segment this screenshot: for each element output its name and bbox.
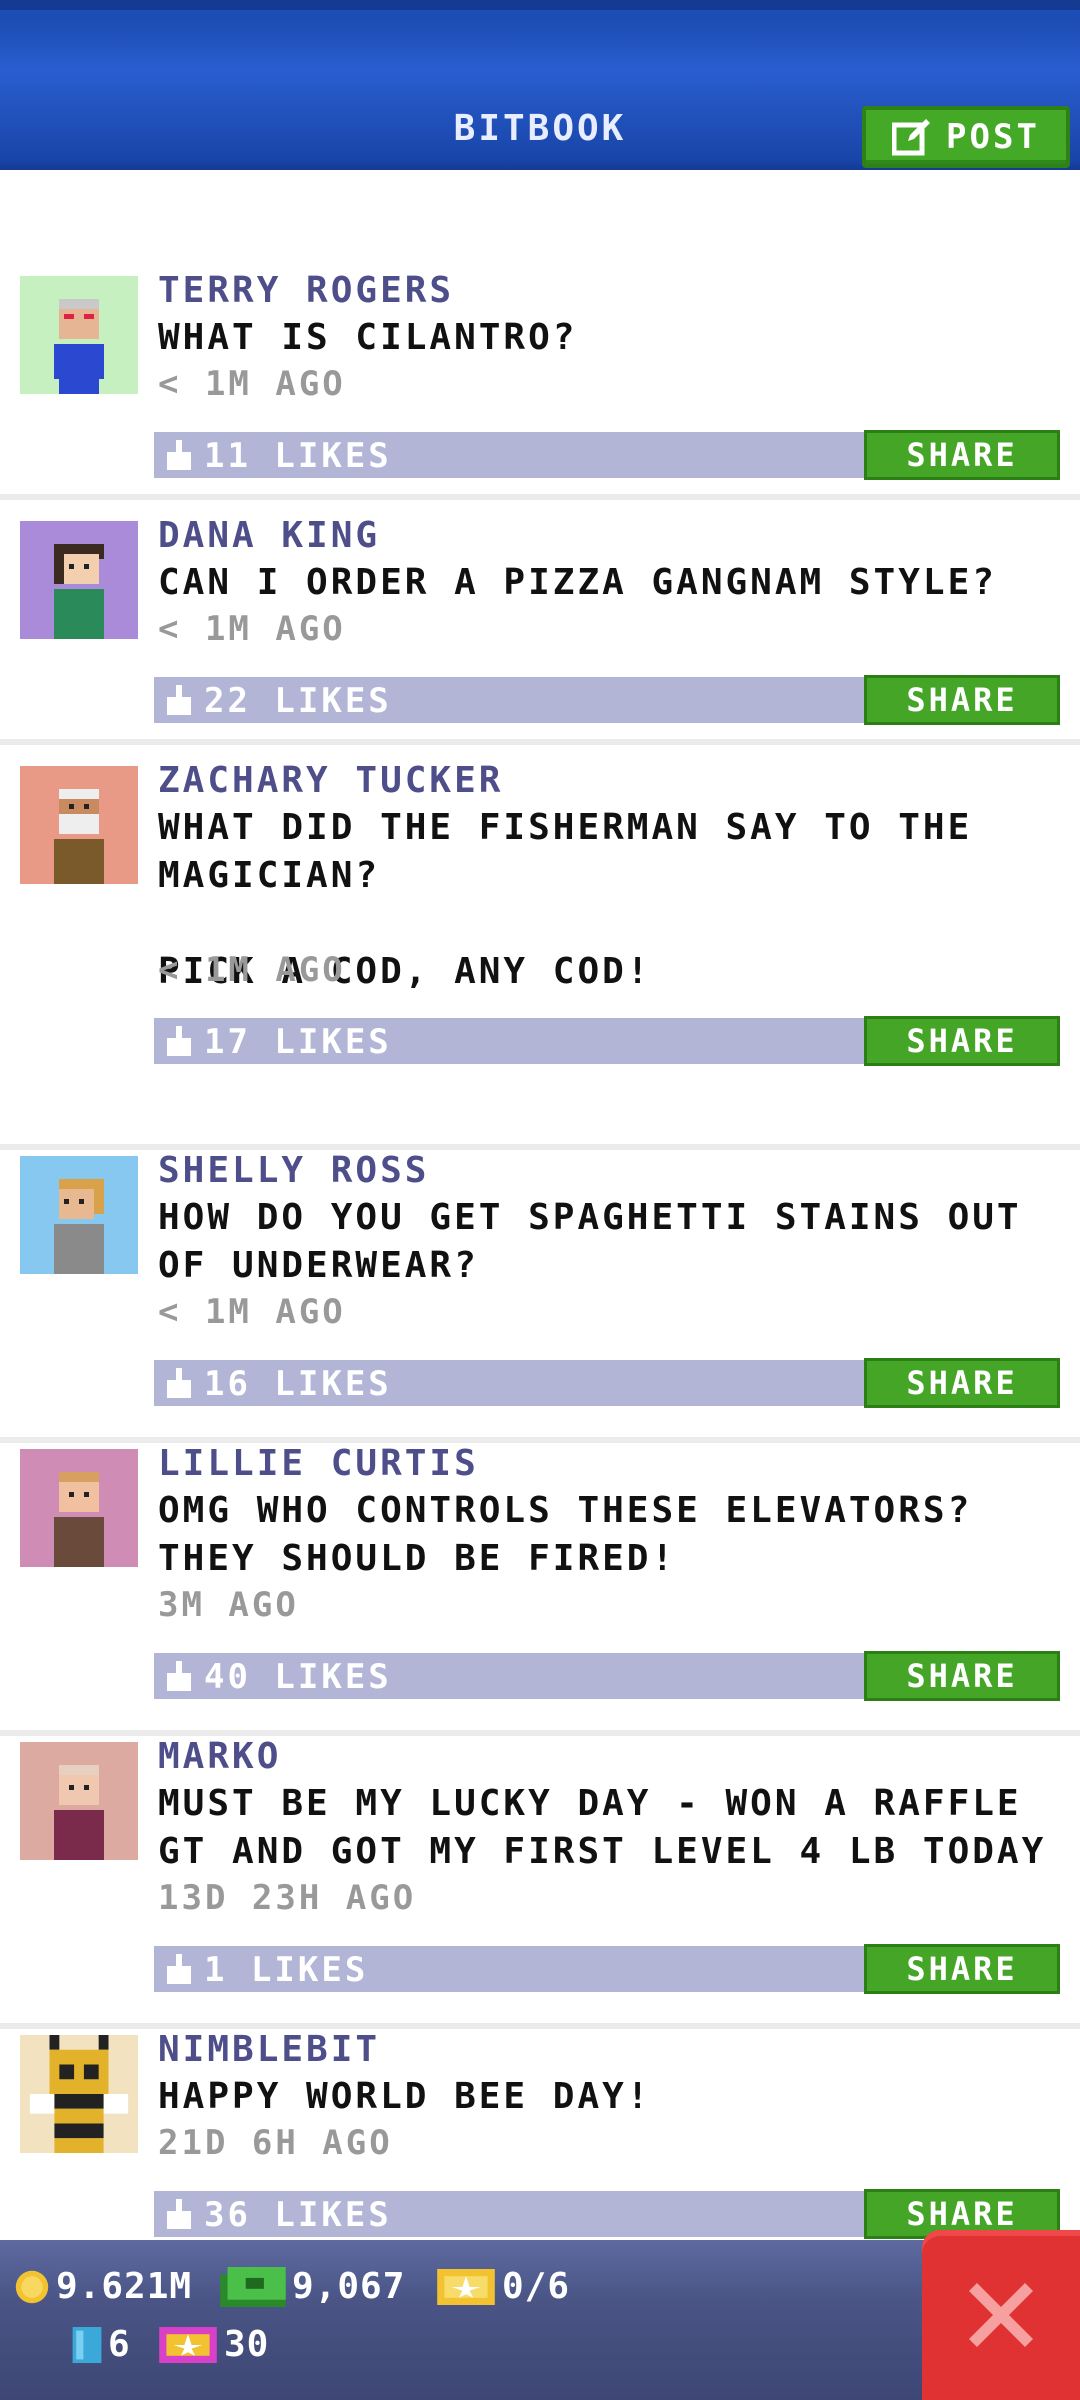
keys-stat: 6 <box>72 2324 131 2365</box>
feed-post: ZACHARY TUCKER WHAT DID THE FISHERMAN SA… <box>0 760 1080 1150</box>
avatar[interactable] <box>20 2035 138 2153</box>
character-icon <box>54 544 104 639</box>
coins-value: 9.621M <box>56 2266 193 2307</box>
share-button[interactable]: SHARE <box>864 675 1060 725</box>
post-text: WHAT IS CILANTRO? <box>158 317 578 358</box>
post-author[interactable]: TERRY ROGERS <box>158 270 454 311</box>
likes-count[interactable]: 36 LIKES <box>204 2195 392 2235</box>
likes-count[interactable]: 40 LIKES <box>204 1657 392 1697</box>
post-text: MUST BE MY LUCKY DAY - WON A RAFFLE GT A… <box>158 1783 1047 1872</box>
share-button[interactable]: SHARE <box>864 430 1060 480</box>
post-time: < 1M AGO <box>158 950 346 990</box>
likes-bar: 11 LIKES SHARE <box>154 430 1060 480</box>
gems-stat: 30 <box>158 2324 269 2365</box>
thumbs-up-icon <box>167 1954 191 1984</box>
post-time: < 1M AGO <box>158 364 346 404</box>
post-button-label: POST <box>946 117 1040 157</box>
likes-bar: 36 LIKES SHARE <box>154 2189 1060 2239</box>
likes-count[interactable]: 11 LIKES <box>204 436 392 476</box>
likes-count[interactable]: 17 LIKES <box>204 1022 392 1062</box>
post-text: HOW DO YOU GET SPAGHETTI STAINS OUT OF U… <box>158 1197 1047 1286</box>
post-time: < 1M AGO <box>158 1292 346 1332</box>
feed[interactable]: TERRY ROGERS WHAT IS CILANTRO? < 1M AGO … <box>0 170 1080 2240</box>
post-author[interactable]: ZACHARY TUCKER <box>158 760 503 801</box>
avatar[interactable] <box>20 521 138 639</box>
tickets-value: 0/6 <box>502 2266 571 2307</box>
bux-icon <box>220 2266 286 2307</box>
key-card-icon <box>72 2326 102 2363</box>
coin-icon <box>15 2270 49 2303</box>
bee-character-icon <box>29 2035 129 2153</box>
post-time: < 1M AGO <box>158 609 346 649</box>
avatar[interactable] <box>20 1742 138 1860</box>
feed-post: LILLIE CURTIS OMG WHO CONTROLS THESE ELE… <box>0 1443 1080 1736</box>
likes-bar: 17 LIKES SHARE <box>154 1016 1060 1066</box>
likes-bar: 22 LIKES SHARE <box>154 675 1060 725</box>
status-bar: 9.621M 9,067 0/6 6 30 <box>0 2240 1080 2400</box>
feed-post: SHELLY ROSS HOW DO YOU GET SPAGHETTI STA… <box>0 1150 1080 1443</box>
share-button[interactable]: SHARE <box>864 1016 1060 1066</box>
close-button[interactable] <box>922 2230 1080 2400</box>
tickets-stat: 0/6 <box>436 2266 570 2307</box>
gems-value: 30 <box>224 2324 270 2365</box>
post-time: 13D 23H AGO <box>158 1878 417 1918</box>
share-button[interactable]: SHARE <box>864 1651 1060 1701</box>
feed-post: TERRY ROGERS WHAT IS CILANTRO? < 1M AGO … <box>0 270 1080 500</box>
feed-post: DANA KING CAN I ORDER A PIZZA GANGNAM ST… <box>0 515 1080 745</box>
post-text: HAPPY WORLD BEE DAY! <box>158 2076 652 2117</box>
close-icon <box>969 2283 1033 2347</box>
avatar[interactable] <box>20 766 138 884</box>
likes-bar: 1 LIKES SHARE <box>154 1944 1060 1994</box>
avatar[interactable] <box>20 276 138 394</box>
avatar[interactable] <box>20 1449 138 1567</box>
post-author[interactable]: DANA KING <box>158 515 380 556</box>
character-icon <box>54 1472 104 1567</box>
post-author[interactable]: LILLIE CURTIS <box>158 1443 479 1484</box>
avatar[interactable] <box>20 1156 138 1274</box>
likes-count[interactable]: 16 LIKES <box>204 1364 392 1404</box>
top-bar: BITBOOK POST <box>0 0 1080 170</box>
feed-post: NIMBLEBIT HAPPY WORLD BEE DAY! 21D 6H AG… <box>0 2029 1080 2240</box>
thumbs-up-icon <box>167 1661 191 1691</box>
share-button[interactable]: SHARE <box>864 1944 1060 1994</box>
likes-count[interactable]: 22 LIKES <box>204 681 392 721</box>
thumbs-up-icon <box>167 685 191 715</box>
character-icon <box>54 1179 104 1274</box>
edit-icon <box>892 119 931 156</box>
post-text: CAN I ORDER A PIZZA GANGNAM STYLE? <box>158 562 997 603</box>
post-author[interactable]: SHELLY ROSS <box>158 1150 429 1191</box>
character-icon <box>54 789 104 884</box>
post-author[interactable]: MARKO <box>158 1736 281 1777</box>
character-icon <box>54 1765 104 1860</box>
bux-value: 9,067 <box>292 2266 406 2307</box>
likes-bar: 40 LIKES SHARE <box>154 1651 1060 1701</box>
coins-stat: 9.621M <box>14 2266 192 2307</box>
ticket-icon <box>437 2268 495 2305</box>
keys-value: 6 <box>108 2324 131 2365</box>
thumbs-up-icon <box>167 1026 191 1056</box>
thumbs-up-icon <box>167 2199 191 2229</box>
post-author[interactable]: NIMBLEBIT <box>158 2029 380 2070</box>
bux-stat: 9,067 <box>220 2266 405 2307</box>
post-button[interactable]: POST <box>862 106 1070 168</box>
thumbs-up-icon <box>167 1368 191 1398</box>
feed-post: MARKO MUST BE MY LUCKY DAY - WON A RAFFL… <box>0 1736 1080 2029</box>
post-time: 21D 6H AGO <box>158 2123 393 2163</box>
share-button[interactable]: SHARE <box>864 1358 1060 1408</box>
post-time: 3M AGO <box>158 1585 299 1625</box>
likes-bar: 16 LIKES SHARE <box>154 1358 1060 1408</box>
character-icon <box>54 299 104 394</box>
thumbs-up-icon <box>167 440 191 470</box>
likes-count[interactable]: 1 LIKES <box>204 1950 368 1990</box>
post-text: OMG WHO CONTROLS THESE ELEVATORS? THEY S… <box>158 1490 997 1579</box>
gem-ticket-icon <box>159 2326 217 2363</box>
